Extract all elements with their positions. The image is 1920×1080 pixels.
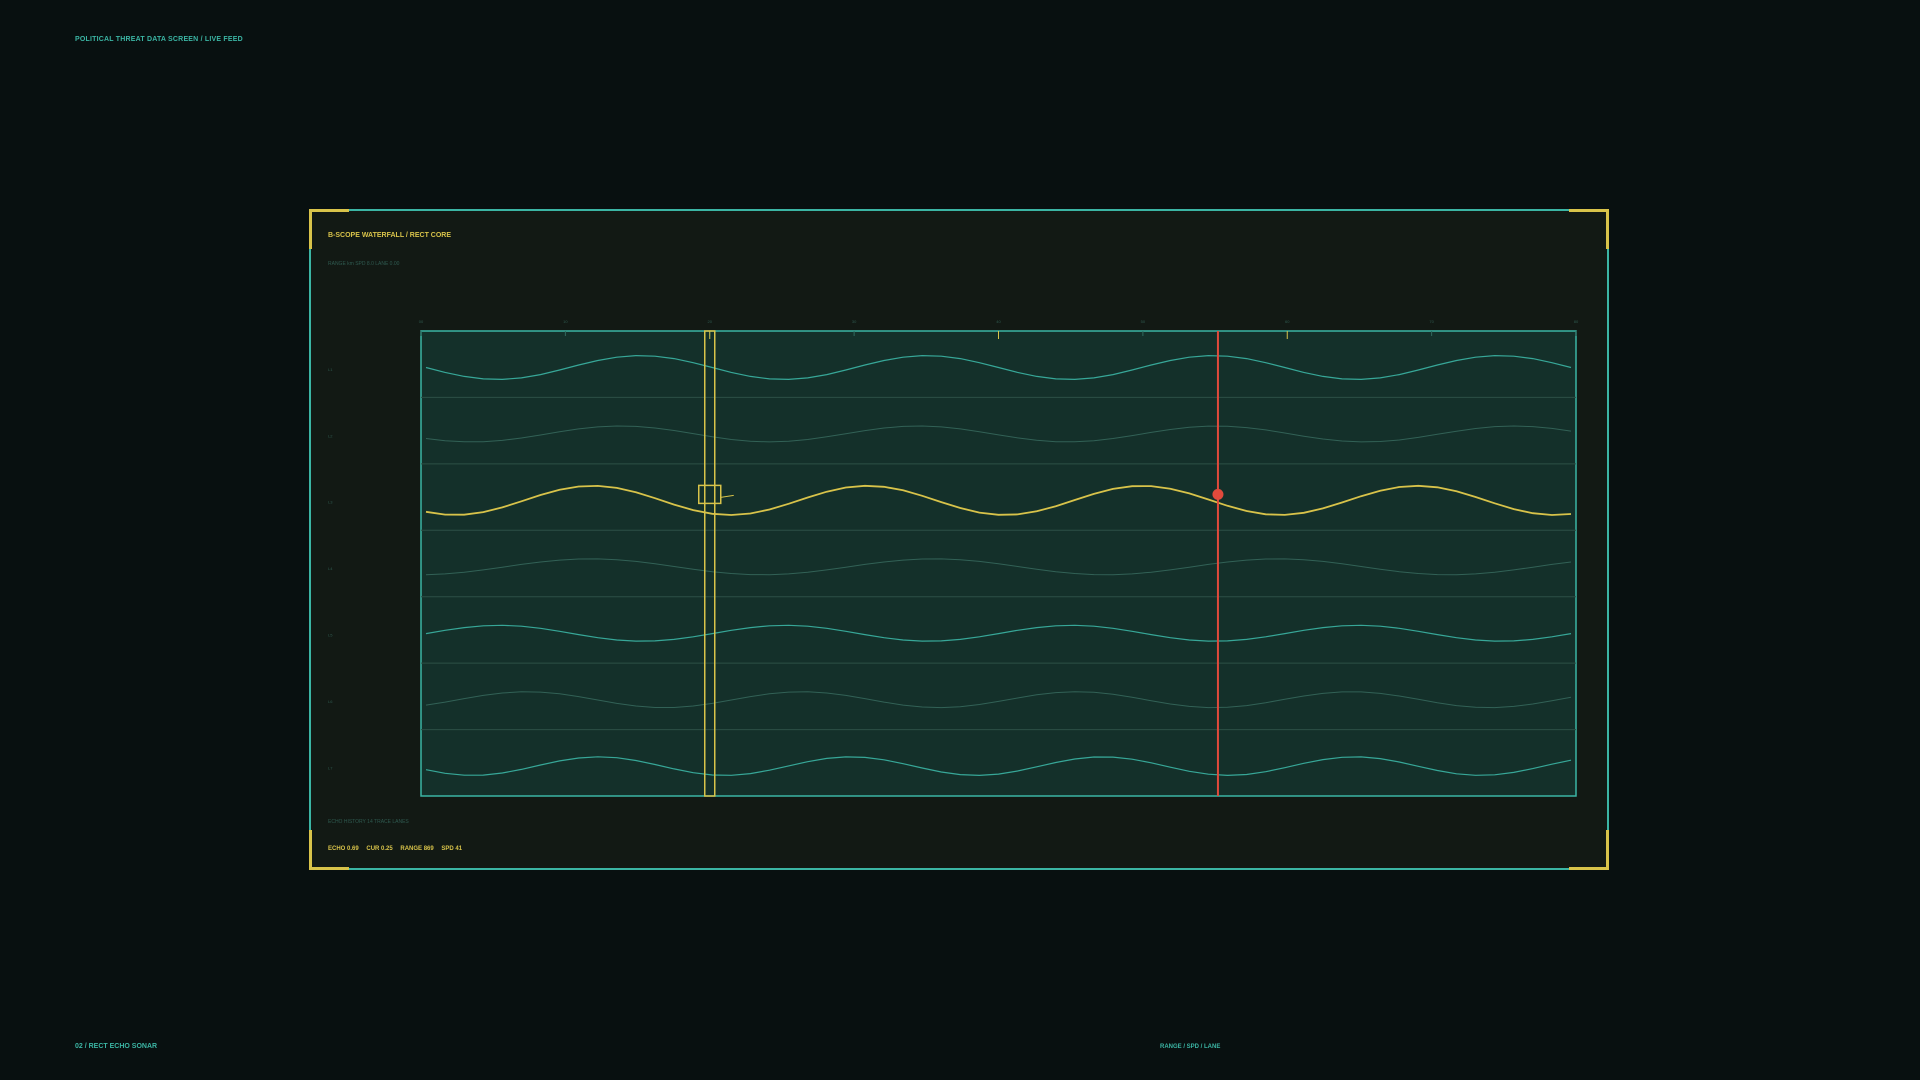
readout-speed: SPD 41 [441, 846, 463, 852]
readout-bar: ECHO 0.69 CUR 0.25 RANGE 869 SPD 41 [328, 846, 468, 852]
readout-cursor: CUR 0.25 [366, 846, 393, 852]
x-tick-label: 30 [852, 319, 857, 324]
lane-label: L2 [328, 433, 333, 438]
waterfall-plot[interactable]: 00 10 20 30 40 50 60 70 80 L1 L2 L3 L4 L5 L6 L7 [311, 211, 1607, 868]
x-tick-label: 80 [1574, 319, 1579, 324]
x-tick-label: 70 [1429, 319, 1434, 324]
x-tick-label: 40 [996, 319, 1001, 324]
x-tick-label: 00 [419, 319, 424, 324]
footer-center-label: RANGE / SPD / LANE [1160, 1044, 1221, 1050]
x-tick-label: 60 [1285, 319, 1290, 324]
lane-label: L4 [328, 566, 333, 571]
lane-label: L7 [328, 765, 333, 770]
page-title: POLITICAL THREAT DATA SCREEN / LIVE FEED [75, 36, 243, 43]
alert-marker [1212, 488, 1224, 500]
x-tick-label: 10 [563, 319, 568, 324]
sonar-panel: B-SCOPE WATERFALL / RECT CORE RANGE km S… [309, 209, 1609, 870]
footer-left-label: 02 / RECT ECHO SONAR [75, 1043, 158, 1050]
lane-label: L3 [328, 500, 333, 505]
lane-label: L1 [328, 367, 333, 372]
x-tick-label: 20 [708, 319, 713, 324]
lane-label: L6 [328, 699, 333, 704]
readout-range: RANGE 869 [400, 846, 434, 852]
panel-note: ECHO HISTORY 14 TRACE LANES [328, 819, 409, 825]
lane-label: L5 [328, 633, 333, 638]
x-tick-label: 50 [1141, 319, 1146, 324]
readout-echo: ECHO 0.69 [328, 846, 359, 852]
